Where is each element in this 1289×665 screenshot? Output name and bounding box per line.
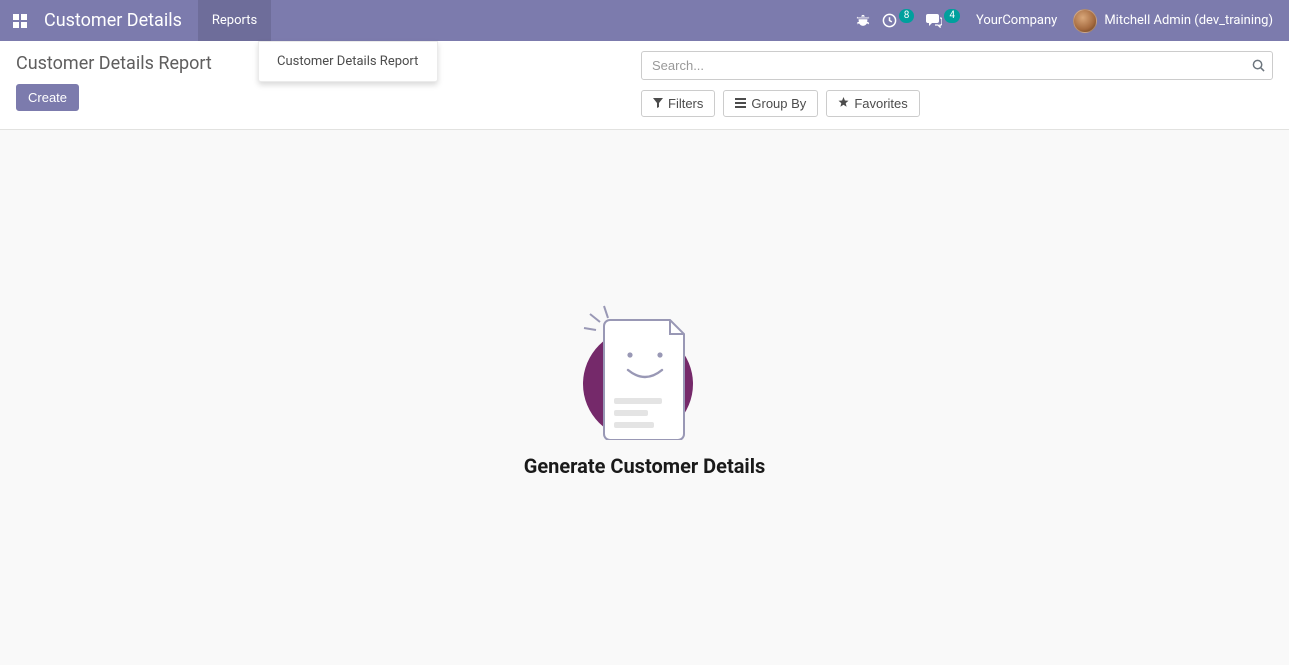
navbar: Customer Details Reports 8 4 YourCompany… <box>0 0 1289 41</box>
search-tools: Filters Group By Favorites <box>641 90 1273 117</box>
dropdown-item-customer-details-report[interactable]: Customer Details Report <box>259 46 437 77</box>
user-name: Mitchell Admin (dev_training) <box>1104 13 1273 28</box>
nav-right: 8 4 YourCompany Mitchell Admin (dev_trai… <box>856 0 1289 41</box>
avatar <box>1073 9 1097 33</box>
content: Generate Customer Details <box>0 130 1289 478</box>
activities-badge: 8 <box>899 9 915 23</box>
star-icon <box>838 96 849 111</box>
reports-dropdown: Customer Details Report <box>258 41 438 82</box>
filters-label: Filters <box>668 96 703 111</box>
bug-icon <box>856 14 870 28</box>
favorites-label: Favorites <box>854 96 907 111</box>
messages-button[interactable]: 4 <box>926 13 960 28</box>
group-by-label: Group By <box>751 96 806 111</box>
user-menu[interactable]: Mitchell Admin (dev_training) <box>1073 9 1273 33</box>
activities-button[interactable]: 8 <box>882 13 915 28</box>
create-button[interactable]: Create <box>16 84 79 111</box>
filter-icon <box>653 96 663 111</box>
search-button[interactable] <box>1243 51 1273 80</box>
empty-illustration <box>580 300 710 440</box>
search-input[interactable] <box>641 51 1273 80</box>
debug-button[interactable] <box>856 14 870 28</box>
filters-button[interactable]: Filters <box>641 90 715 117</box>
group-by-button[interactable]: Group By <box>723 90 818 117</box>
app-title[interactable]: Customer Details <box>40 0 198 41</box>
messages-badge: 4 <box>944 9 960 23</box>
nav-menu-reports[interactable]: Reports <box>198 0 271 41</box>
control-panel-right: Filters Group By Favorites <box>641 51 1273 117</box>
search-wrap <box>641 51 1273 80</box>
empty-title: Generate Customer Details <box>524 454 766 478</box>
clock-icon <box>882 13 897 28</box>
apps-icon <box>13 14 27 28</box>
chat-icon <box>926 13 942 28</box>
search-icon <box>1252 59 1265 72</box>
control-panel: Customer Details Report Create Filters G… <box>0 41 1289 130</box>
apps-menu-button[interactable] <box>0 0 40 41</box>
empty-document-icon <box>580 300 710 440</box>
group-icon <box>735 96 746 111</box>
favorites-button[interactable]: Favorites <box>826 90 919 117</box>
nav-left: Customer Details Reports <box>0 0 271 41</box>
company-switcher[interactable]: YourCompany <box>972 13 1061 28</box>
